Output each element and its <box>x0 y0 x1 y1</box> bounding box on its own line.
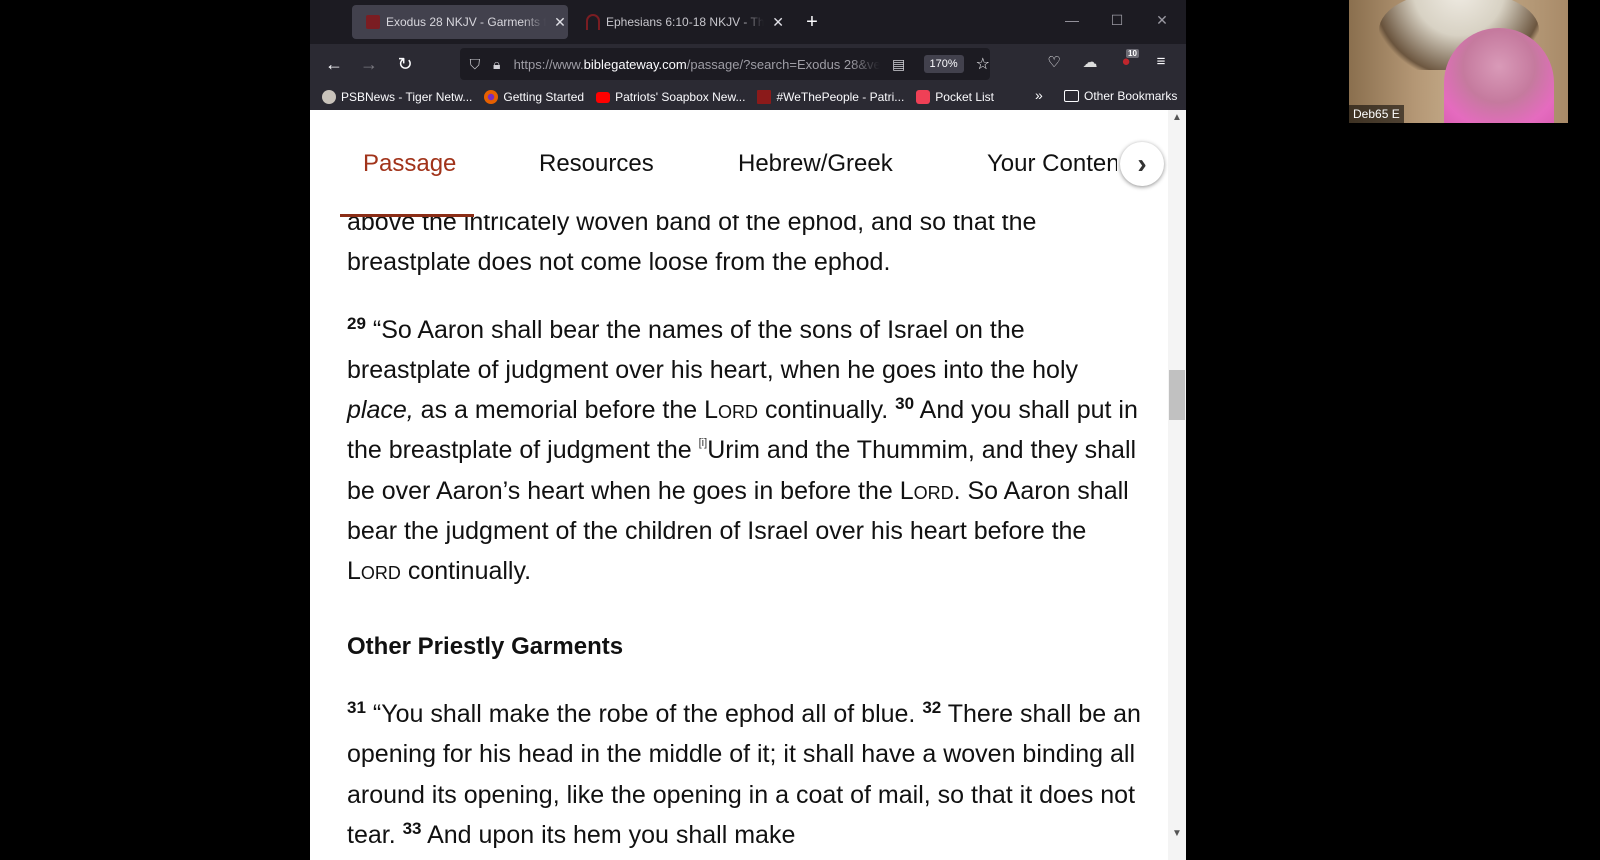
verse-number-30: 30 <box>895 394 915 414</box>
tab-passage[interactable]: Passage <box>363 150 456 178</box>
firefox-icon <box>484 90 499 104</box>
reader-view-icon[interactable]: ▤ <box>888 56 910 73</box>
lord-small-caps: Lord <box>347 557 401 586</box>
bookmark-label: PSBNews - Tiger Netw... <box>341 90 473 104</box>
tab-title: Ephesians 6:10-18 NKJV - The Whole Armor… <box>606 15 765 29</box>
back-arrow-icon[interactable]: ← <box>322 52 346 76</box>
lock-icon[interactable]: 🔒︎ <box>486 56 508 73</box>
bookmark-psbnews[interactable]: PSBNews - Tiger Netw... <box>322 90 472 104</box>
url-bar[interactable]: ⛉ 🔒︎ https://www.biblegateway.com/passag… <box>460 48 990 80</box>
biblegateway-favicon-icon <box>366 15 380 29</box>
verse-text: continually. <box>400 557 532 586</box>
bookmark-label: Patriots' Soapbox New... <box>615 90 746 104</box>
pocket-list-icon <box>916 90 931 104</box>
italic-text: place, <box>347 396 414 425</box>
pocket-icon[interactable]: ♡ <box>1043 53 1065 71</box>
passage-nav-bar: Passage Resources Hebrew/Greek Your Cont… <box>310 110 1165 215</box>
bookmark-label: Getting Started <box>503 90 585 104</box>
tab-title: Exodus 28 NKJV - Garments for the Priest… <box>386 15 546 29</box>
webcam-video-tile: Deb65 E <box>1349 0 1568 123</box>
lord-small-caps: Lord <box>704 396 759 425</box>
tab-resources[interactable]: Resources <box>539 150 654 178</box>
section-heading: Other Priestly Garments <box>347 632 624 660</box>
close-tab-icon[interactable]: ✕ <box>770 14 786 31</box>
navigation-toolbar: ← → ↻ ⛉ 🔒︎ https://www.biblegateway.com/… <box>310 44 1186 84</box>
url-text[interactable]: https://www.biblegateway.com/passage/?se… <box>514 57 880 72</box>
verse-text: “You shall make the robe of the ephod al… <box>372 699 923 728</box>
url-domain: biblegateway.com <box>583 56 687 72</box>
participant-name-label: Deb65 E <box>1349 105 1404 123</box>
folder-icon <box>1064 90 1079 102</box>
verse-number-29: 29 <box>347 313 366 333</box>
other-bookmarks-label: Other Bookmarks <box>1084 89 1178 103</box>
other-bookmarks-folder[interactable]: Other Bookmarks <box>1064 89 1177 103</box>
verse-number-33: 33 <box>402 818 422 838</box>
zoom-level-badge[interactable]: 170% <box>923 55 964 73</box>
youtube-icon <box>596 91 611 103</box>
nav-next-chevron-icon[interactable]: › <box>1120 142 1164 186</box>
bookmark-patriots-soapbox[interactable]: Patriots' Soapbox New... <box>596 90 745 104</box>
bookmarks-toolbar: PSBNews - Tiger Netw... Getting Started … <box>310 84 1186 110</box>
reload-icon[interactable]: ↻ <box>393 52 417 76</box>
browser-window: Exodus 28 NKJV - Garments for the Priest… <box>310 0 1186 860</box>
scroll-up-arrow-icon[interactable]: ▲ <box>1168 112 1186 123</box>
verse-text: as a memorial before the <box>413 396 705 425</box>
maximize-icon[interactable]: ☐ <box>1107 12 1127 29</box>
scrollbar-track[interactable] <box>1168 110 1186 860</box>
url-path: /passage/?search=Exodus 28&version=NKJV <box>686 56 880 72</box>
scroll-down-arrow-icon[interactable]: ▼ <box>1168 828 1186 839</box>
verses-31-33: 31 “You shall make the robe of the ephod… <box>347 694 1147 855</box>
verse-text: And upon its hem you shall make <box>427 820 796 849</box>
passage-text: above the intricately woven band of the … <box>347 202 1147 855</box>
bookmark-wethepeople[interactable]: #WeThePeople - Patri... <box>757 90 904 104</box>
tab-strip: Exodus 28 NKJV - Garments for the Priest… <box>310 0 1186 44</box>
bookmark-pocket-list[interactable]: Pocket List <box>916 90 994 104</box>
bookmark-label: #WeThePeople - Patri... <box>776 90 905 104</box>
tab-ephesians-6[interactable]: Ephesians 6:10-18 NKJV - The Whole Armor… <box>572 5 786 39</box>
extension-cloud-icon[interactable]: ☁ <box>1079 53 1101 71</box>
psb-icon <box>757 90 772 104</box>
new-tab-button[interactable]: + <box>800 10 824 34</box>
extension-badge-count: 10 <box>1126 49 1139 58</box>
tab-your-content[interactable]: Your Content <box>987 150 1117 178</box>
verse-text: continually. <box>758 396 896 425</box>
verse-number-32: 32 <box>922 697 942 717</box>
tab-hebrew-greek[interactable]: Hebrew/Greek <box>738 150 893 178</box>
verse-number-31: 31 <box>347 697 366 717</box>
active-tab-underline <box>340 214 474 217</box>
tracking-protection-shield-icon[interactable]: ⛉ <box>464 56 486 73</box>
lord-small-caps: Lord <box>899 476 954 505</box>
forward-arrow-icon[interactable]: → <box>357 52 381 76</box>
scrollbar-thumb[interactable] <box>1169 370 1185 420</box>
psbnews-icon <box>322 90 336 104</box>
web-content: Passage Resources Hebrew/Greek Your Cont… <box>310 110 1186 860</box>
close-tab-icon[interactable]: ✕ <box>552 14 568 31</box>
footnote-link[interactable]: [i] <box>699 437 708 449</box>
menu-hamburger-icon[interactable]: ≡ <box>1150 53 1172 70</box>
verse-text: “So Aaron shall bear the names of the so… <box>347 315 1079 384</box>
bookmark-getting-started[interactable]: Getting Started <box>484 90 584 104</box>
url-prefix: https://www. <box>513 56 584 72</box>
bookmark-star-icon[interactable]: ☆ <box>976 54 990 74</box>
verses-29-30: 29 “So Aaron shall bear the names of the… <box>347 310 1147 592</box>
biblegateway-favicon-icon <box>586 14 600 30</box>
bookmarks-overflow-chevron-icon[interactable]: » <box>1035 87 1043 103</box>
bookmark-label: Pocket List <box>935 90 994 104</box>
minimize-icon[interactable]: — <box>1062 12 1082 28</box>
close-window-icon[interactable]: ✕ <box>1152 12 1172 29</box>
tab-exodus-28[interactable]: Exodus 28 NKJV - Garments for the Priest… <box>352 5 568 39</box>
